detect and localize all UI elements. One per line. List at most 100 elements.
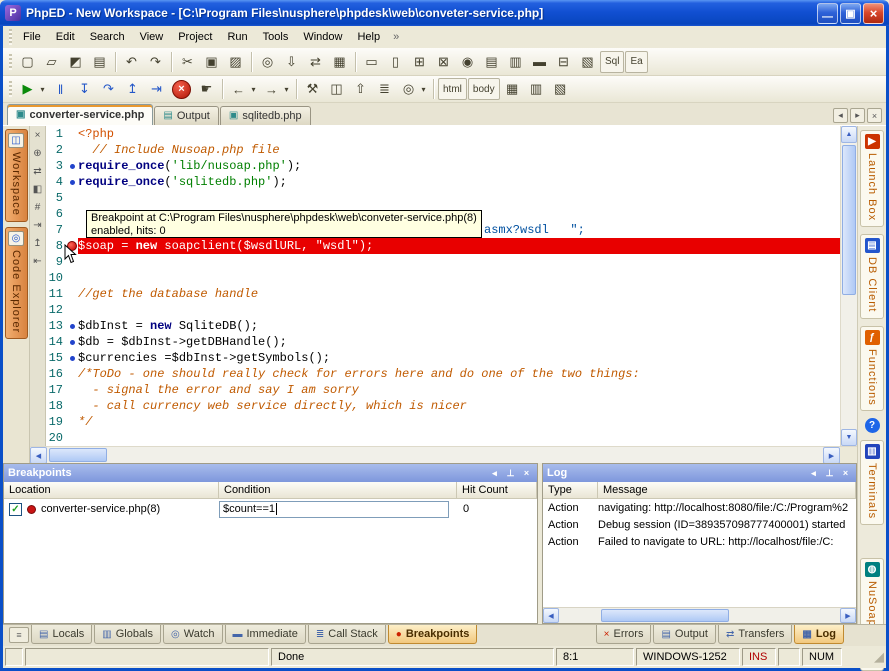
panel-pin-icon[interactable]: ⊥ [504,467,517,480]
menu-overflow-icon[interactable]: » [390,31,402,43]
code-editor[interactable]: × ⊕ ⇄ ◧ # ⇥ ↥ ⇤ 1 2 3 4 5 6 7 8 9 10 11 12 13 14 15 16 17 18 19 20… [30,126,857,446]
menu-run[interactable]: Run [220,28,254,46]
dock-tab-terminals[interactable]: ▥ Terminals [860,440,884,526]
tab-converter-service-php[interactable]: ▣ converter-service.php [7,104,154,125]
redo-icon[interactable]: ↷ [144,51,167,73]
pause-icon[interactable]: ‖ [49,78,72,100]
bottom-tab-errors[interactable]: × Errors [595,625,652,644]
code-line[interactable]: // Include Nusoap.php file [78,142,840,158]
table-view-icon[interactable]: ▦ [501,78,524,100]
scroll-right-icon[interactable]: ▶ [840,608,856,623]
menu-edit[interactable]: Edit [49,28,82,46]
menu-grip[interactable] [9,29,12,45]
open-file-icon[interactable]: ▱ [40,51,63,73]
insert-frame-icon[interactable]: ⊟ [552,51,575,73]
menu-project[interactable]: Project [171,28,219,46]
tab-sqlitedb-php[interactable]: ▣ sqlitedb.php [219,106,311,125]
panel-close-icon[interactable]: × [839,467,852,480]
copy-icon[interactable]: ▣ [200,51,223,73]
hand-tool-icon[interactable]: ☛ [195,78,218,100]
code-text[interactable]: <?php // Include Nusoap.php file require_… [78,126,840,446]
code-line[interactable] [78,430,840,446]
paste-icon[interactable]: ▨ [224,51,247,73]
new-file-icon[interactable]: ▢ [16,51,39,73]
back-icon[interactable]: ← [227,78,250,100]
code-line[interactable]: $soap = new soapclient($wsdlURL, "wsdl")… [78,238,840,254]
scrollbar-thumb[interactable] [842,145,856,295]
log-panel-header[interactable]: Log ◂ ⊥ × [543,464,856,482]
dock-tab-code-explorer[interactable]: ◎ Code Explorer [4,226,28,340]
menu-view[interactable]: View [133,28,171,46]
resize-grip-icon[interactable]: ◢ [844,648,884,666]
column-header-condition[interactable]: Condition [219,482,457,498]
log-horizontal-scrollbar[interactable]: ◀ ▶ [543,607,856,623]
zoom-icon[interactable]: ◎ [397,78,420,100]
html-tag-icon[interactable]: html [438,78,467,100]
column-header-message[interactable]: Message [598,482,856,498]
tab-scroll-right-icon[interactable]: ▸ [850,108,865,123]
publish-icon[interactable]: ⇧ [349,78,372,100]
find-icon[interactable]: ◎ [256,51,279,73]
code-line[interactable] [78,270,840,286]
scroll-right-icon[interactable]: ▶ [823,447,840,464]
zoom-menu-icon[interactable]: ▾ [418,78,429,100]
step-out-icon[interactable]: ↥ [121,78,144,100]
code-line[interactable]: //get the database handle [78,286,840,302]
scroll-up-icon[interactable]: ▲ [841,126,857,143]
breakpoint-enabled-checkbox[interactable]: ✓ [9,502,22,516]
menu-search[interactable]: Search [83,28,132,46]
maximize-button[interactable]: ▣ [840,2,861,24]
panel-collapse-icon[interactable]: ◂ [488,467,501,480]
scroll-left-icon[interactable]: ◀ [30,447,47,464]
close-editor-icon[interactable]: × [31,129,44,142]
panel-pin-icon[interactable]: ⊥ [823,467,836,480]
dock-tab-functions[interactable]: ƒ Functions [860,325,884,412]
tab-close-icon[interactable]: × [867,108,882,123]
undo-icon[interactable]: ↶ [120,51,143,73]
bottom-tab-breakpoints[interactable]: ● Breakpoints [387,625,478,644]
body-tag-icon[interactable]: body [467,78,500,100]
layers-icon[interactable]: ≣ [373,78,396,100]
insert-image-icon[interactable]: ▧ [576,51,599,73]
insert-button-icon[interactable]: ▬ [528,51,551,73]
insert-sql-icon[interactable]: Sql [600,50,625,73]
cut-icon[interactable]: ✂ [176,51,199,73]
indent-icon[interactable]: ⇥ [31,219,44,232]
menu-file[interactable]: File [16,28,48,46]
bottom-tab-output[interactable]: ▤ Output [653,625,716,644]
replace-icon[interactable]: ⇄ [304,51,327,73]
insert-table-icon[interactable]: ⊞ [408,51,431,73]
tab-scroll-left-icon[interactable]: ◂ [833,108,848,123]
panel-dock-icon[interactable]: ≡ [9,627,29,643]
column-header-hit-count[interactable]: Hit Count [457,482,537,498]
bottom-tab-immediate[interactable]: ▬ Immediate [224,625,306,644]
forward-icon[interactable]: → [260,78,283,100]
swap-icon[interactable]: ⇄ [31,165,44,178]
stop-icon[interactable]: × [172,79,191,99]
minimize-button[interactable]: — [817,2,838,24]
code-line[interactable]: - signal the error and say I am sorry [78,382,840,398]
insert-extra-icon[interactable]: Ea [625,50,648,73]
log-row[interactable]: Action Debug session (ID=3893570987774000… [543,516,856,533]
toolbar-grip[interactable] [9,53,12,70]
scrollbar-thumb[interactable] [49,448,107,462]
run-to-cursor-icon[interactable]: ⇥ [145,78,168,100]
find-next-icon[interactable]: ⇩ [280,51,303,73]
log-row[interactable]: Action navigating: http://localhost:8080/… [543,499,856,516]
panel-collapse-icon[interactable]: ◂ [807,467,820,480]
tools-icon[interactable]: ⚒ [301,78,324,100]
code-line[interactable]: require_once('sqlitedb.php'); [78,174,840,190]
locate-icon[interactable]: ⊕ [31,147,44,160]
bottom-tab-locals[interactable]: ▤ Locals [31,625,93,644]
scrollbar-track[interactable] [109,447,823,463]
back-menu-icon[interactable]: ▾ [248,78,259,100]
code-line[interactable]: - call currency web service directly, wh… [78,398,840,414]
dock-tab-help[interactable]: ? [860,418,884,434]
insert-form-icon[interactable]: ▭ [360,51,383,73]
code-line[interactable]: /*ToDo - one should really check for err… [78,366,840,382]
menu-help[interactable]: Help [350,28,387,46]
code-line[interactable]: $db = $dbInst->getDBHandle(); [78,334,840,350]
code-line[interactable]: $dbInst = new SqliteDB(); [78,318,840,334]
code-line[interactable] [78,254,840,270]
scroll-left-icon[interactable]: ◀ [543,608,559,623]
